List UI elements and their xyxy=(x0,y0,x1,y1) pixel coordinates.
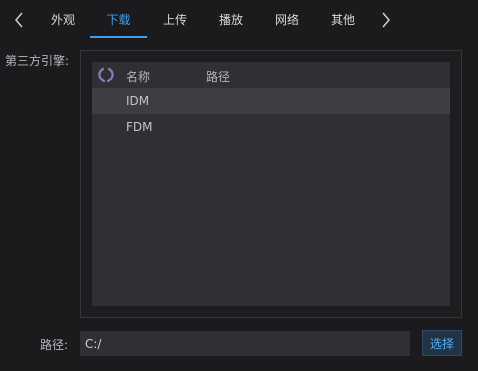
chevron-right-icon[interactable] xyxy=(376,8,396,32)
path-label: 路径: xyxy=(40,338,69,352)
tab-upload[interactable]: 上传 xyxy=(154,0,196,38)
table-row[interactable]: FDM xyxy=(92,114,450,140)
tab-other[interactable]: 其他 xyxy=(322,0,364,38)
chevron-left-icon[interactable] xyxy=(9,8,29,32)
choose-button[interactable]: 选择 xyxy=(422,330,462,356)
row-name-cell: FDM xyxy=(126,120,153,134)
table-header: 名称 路径 xyxy=(92,62,450,88)
tab-download[interactable]: 下载 xyxy=(90,0,147,38)
column-name-header[interactable]: 名称 xyxy=(126,68,150,85)
tab-network[interactable]: 网络 xyxy=(266,0,308,38)
tab-bar: 外观 下载 上传 播放 网络 其他 xyxy=(0,0,478,40)
path-input[interactable] xyxy=(80,331,410,356)
engine-label: 第三方引擎: xyxy=(5,54,70,68)
column-path-header[interactable]: 路径 xyxy=(206,68,230,85)
tab-playback[interactable]: 播放 xyxy=(210,0,252,38)
laurel-icon xyxy=(97,67,115,83)
engine-table[interactable]: 名称 路径 IDM FDM xyxy=(92,62,450,306)
table-row[interactable]: IDM xyxy=(92,88,450,114)
tab-appearance[interactable]: 外观 xyxy=(42,0,84,38)
row-name-cell: IDM xyxy=(126,94,150,108)
